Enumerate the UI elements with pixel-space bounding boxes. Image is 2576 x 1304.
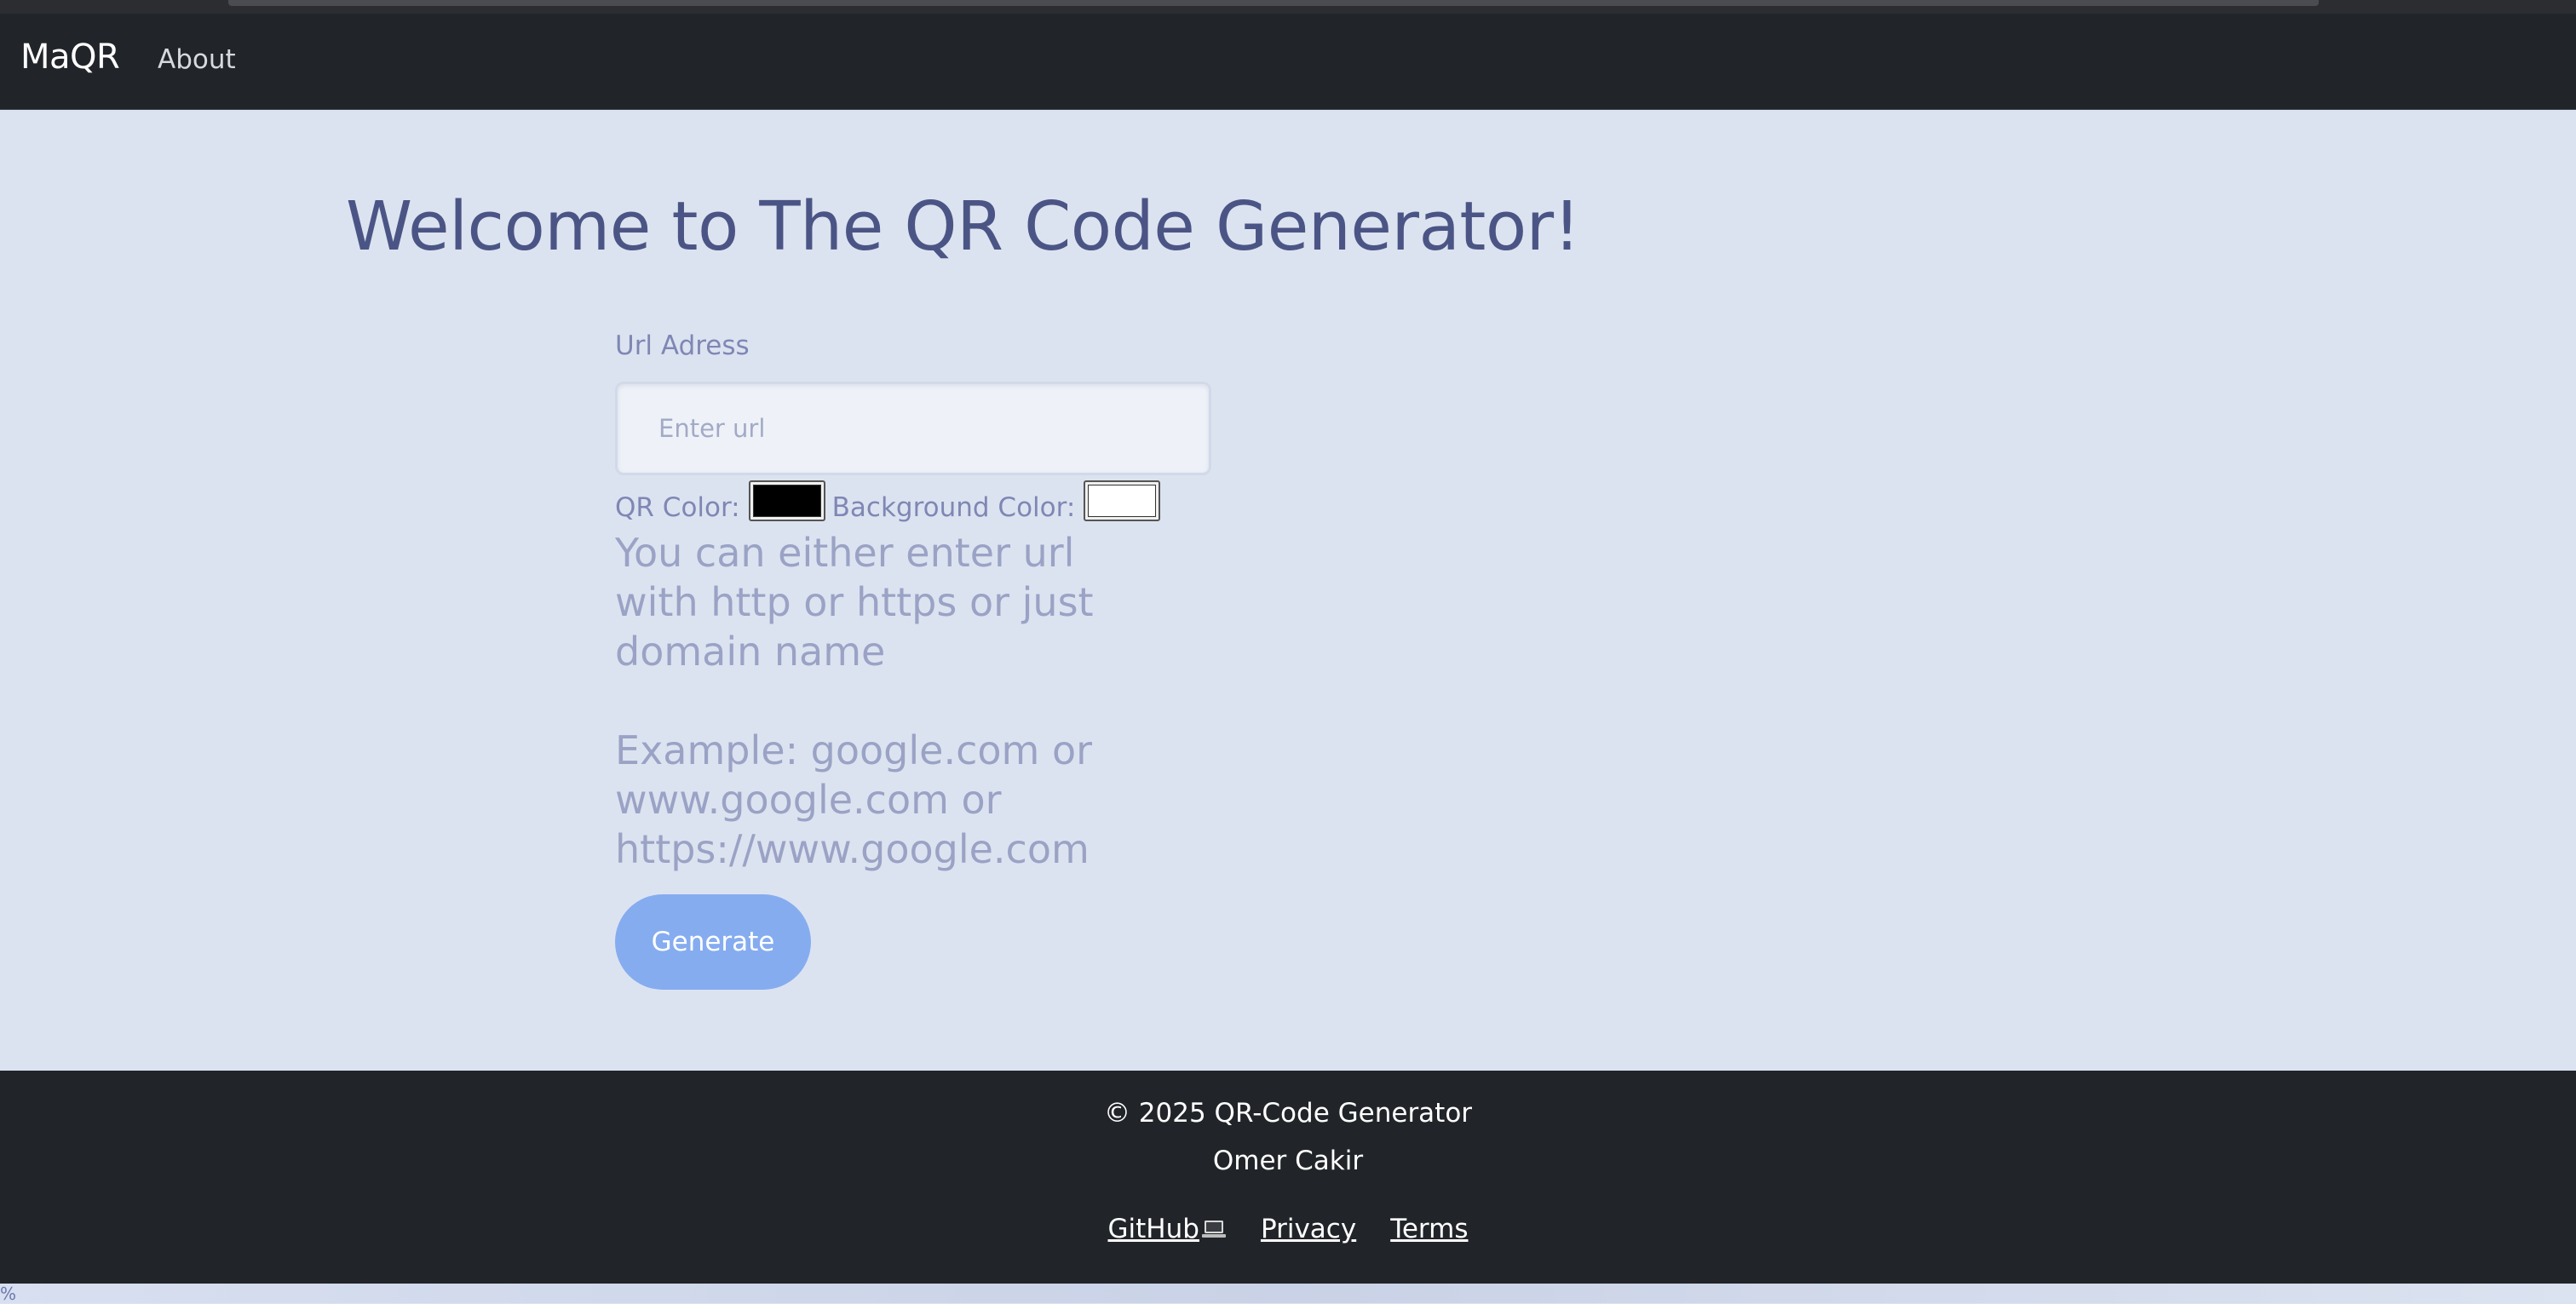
footer-links: GitHub Privacy Terms <box>0 1214 2576 1244</box>
generate-button[interactable]: Generate <box>615 894 811 990</box>
bg-color-swatch <box>1088 485 1157 517</box>
qr-color-label: QR Color: <box>615 492 740 523</box>
laptop-icon <box>1201 1221 1226 1238</box>
qr-color-picker[interactable] <box>748 480 825 521</box>
browser-top-strip <box>0 0 2576 14</box>
color-row: QR Color: Background Color: <box>615 477 1167 525</box>
github-link[interactable]: GitHub <box>1108 1214 1227 1244</box>
brand-link[interactable]: MaQR <box>20 37 120 77</box>
hint-text: You can either enter url with http or ht… <box>615 530 1094 675</box>
qr-color-swatch <box>752 485 821 517</box>
footer: © 2025 QR-Code Generator Omer Cakir GitH… <box>0 1071 2576 1284</box>
github-link-label: GitHub <box>1107 1214 1199 1244</box>
url-input[interactable] <box>615 382 1211 475</box>
browser-top-strip-bar <box>228 0 2319 6</box>
bottom-status-strip <box>0 1284 2576 1303</box>
url-label: Url Adress <box>615 330 750 361</box>
page-title: Welcome to The QR Code Generator! <box>346 187 1580 266</box>
navbar: MaQR About <box>0 14 2576 110</box>
terms-link[interactable]: Terms <box>1390 1214 1468 1244</box>
url-hint: You can either enter url with http or ht… <box>615 528 1160 874</box>
bg-color-label: Background Color: <box>831 492 1076 523</box>
nav-link-about[interactable]: About <box>158 44 236 75</box>
status-percent: % <box>0 1284 17 1304</box>
footer-copyright: © 2025 QR-Code Generator <box>1103 1098 1473 1129</box>
bg-color-picker[interactable] <box>1084 480 1161 521</box>
footer-author: Omer Cakir <box>1212 1146 1364 1176</box>
privacy-link[interactable]: Privacy <box>1261 1214 1356 1244</box>
hint-example: Example: google.com or www.google.com or… <box>615 727 1092 872</box>
